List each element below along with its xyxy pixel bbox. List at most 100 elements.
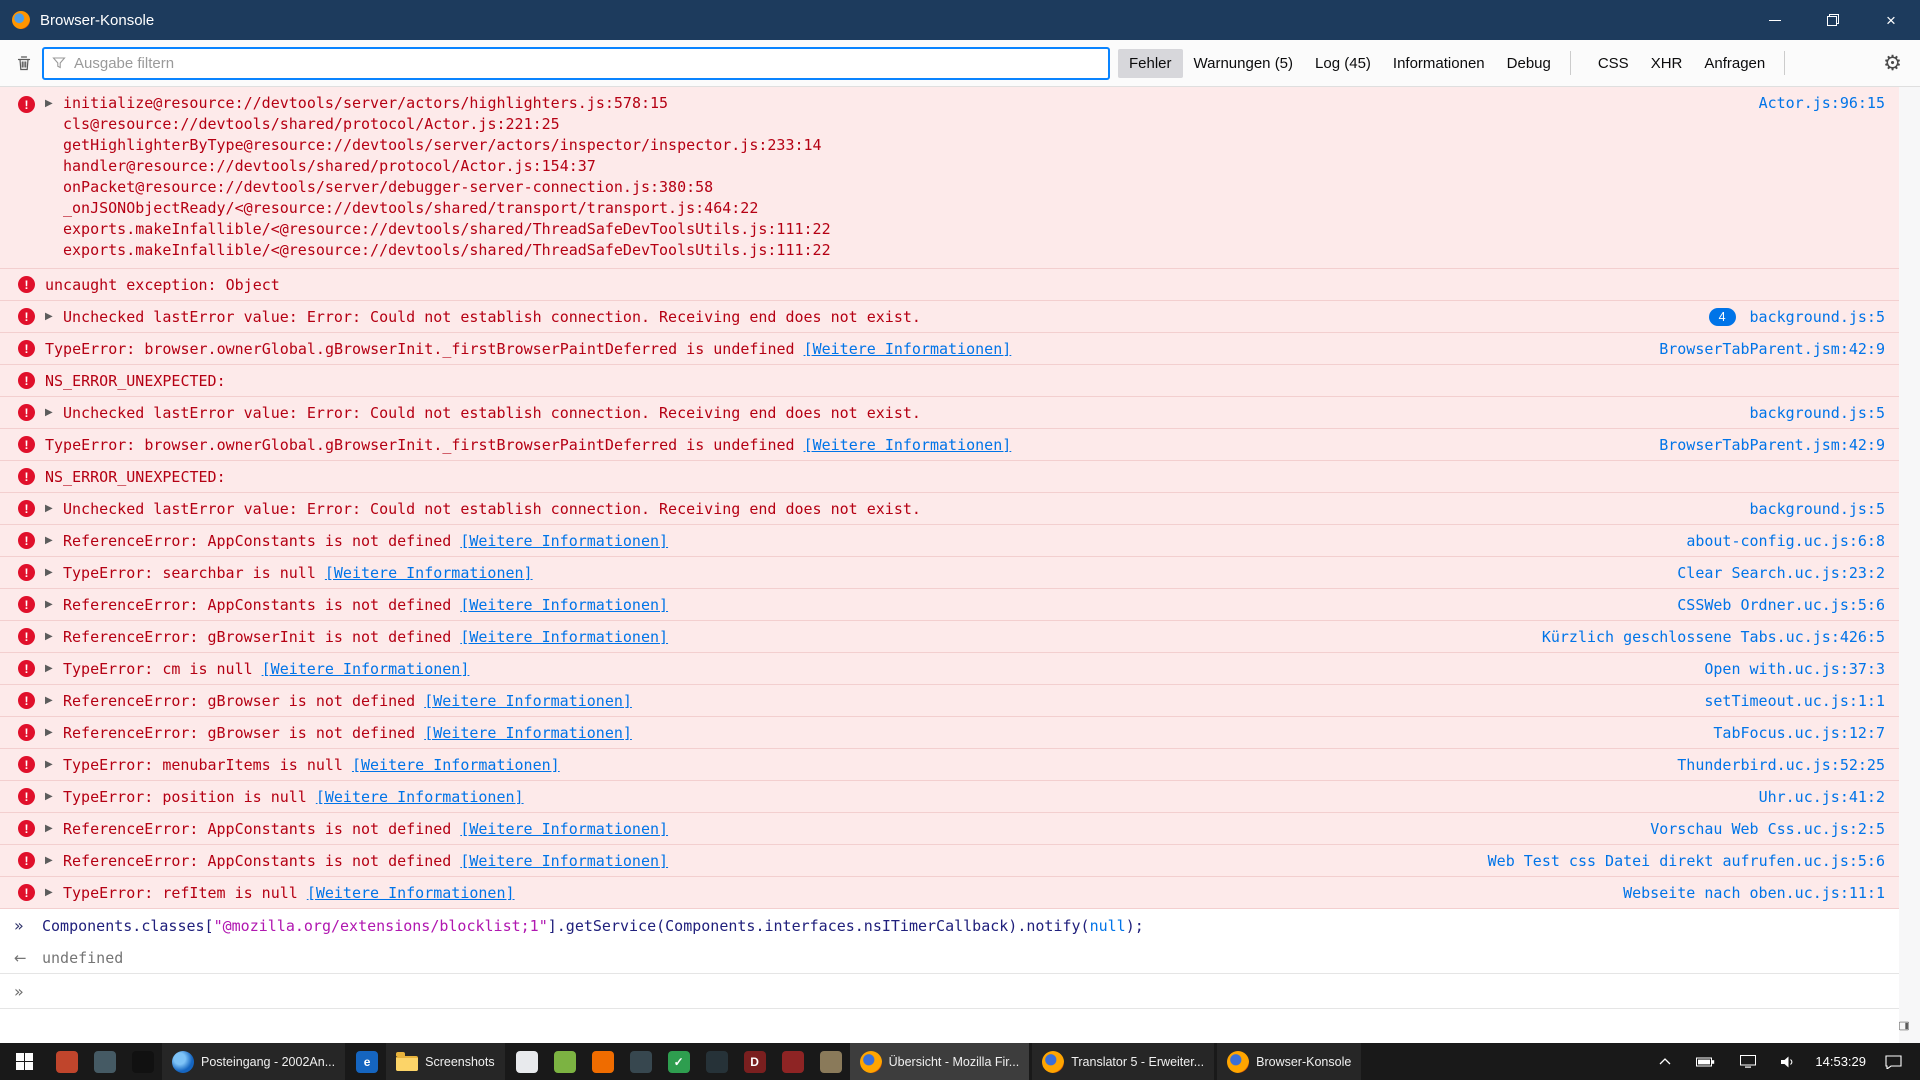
source-location-link[interactable]: Thunderbird.uc.js:52:25 [1677, 756, 1885, 774]
source-location-link[interactable]: background.js:5 [1750, 308, 1885, 326]
taskbar-clock[interactable]: 14:53:29 [1815, 1054, 1866, 1069]
expand-arrow-icon[interactable]: ▶ [45, 599, 63, 610]
taskbar-task-posteingang-2002an[interactable]: Posteingang - 2002An... [162, 1043, 345, 1080]
sidebar-toggle-button[interactable] [1893, 1017, 1915, 1035]
task-label: Translator 5 - Erweiter... [1071, 1055, 1204, 1069]
taskbar-pinned-app-2[interactable] [86, 1043, 124, 1080]
expand-arrow-icon[interactable]: ▶ [45, 855, 63, 866]
learn-more-link[interactable]: [Weitere Informationen] [307, 884, 515, 902]
expand-arrow-icon[interactable]: ▶ [45, 727, 63, 738]
filter-button-debug[interactable]: Debug [1496, 49, 1562, 78]
action-center-button[interactable] [1879, 1043, 1908, 1080]
settings-button[interactable]: ⚙ [1875, 53, 1910, 74]
learn-more-link[interactable]: [Weitere Informationen] [460, 596, 668, 614]
source-location-link[interactable]: Vorschau Web Css.uc.js:2:5 [1650, 820, 1885, 838]
error-icon: ! [18, 340, 35, 357]
learn-more-link[interactable]: [Weitere Informationen] [325, 564, 533, 582]
filter-button-xhr[interactable]: XHR [1640, 49, 1694, 78]
clear-console-button[interactable] [6, 46, 42, 80]
stack-frame: initialize@resource://devtools/server/ac… [63, 93, 1885, 114]
expand-arrow-icon[interactable]: ▶ [45, 823, 63, 834]
source-location-link[interactable]: about-config.uc.js:6:8 [1686, 532, 1885, 550]
expand-arrow-icon[interactable]: ▶ [45, 503, 63, 514]
minimize-button[interactable] [1746, 0, 1804, 40]
expand-arrow-icon[interactable]: ▶ [45, 567, 63, 578]
learn-more-link[interactable]: [Weitere Informationen] [424, 692, 632, 710]
close-button[interactable]: × [1862, 0, 1920, 40]
taskbar-task-translator-5-erweiter[interactable]: Translator 5 - Erweiter... [1032, 1043, 1214, 1080]
error-message-text: Unchecked lastError value: Error: Could … [63, 404, 921, 422]
source-location-link[interactable]: CSSWeb Ordner.uc.js:5:6 [1677, 596, 1885, 614]
taskbar-pinned-app-5[interactable] [508, 1043, 546, 1080]
filter-button-informationen[interactable]: Informationen [1382, 49, 1496, 78]
taskbar-pinned-app-7[interactable] [584, 1043, 622, 1080]
expand-arrow-icon[interactable]: ▶ [45, 695, 63, 706]
learn-more-link[interactable]: [Weitere Informationen] [804, 436, 1012, 454]
learn-more-link[interactable]: [Weitere Informationen] [804, 340, 1012, 358]
learn-more-link[interactable]: [Weitere Informationen] [262, 660, 470, 678]
taskbar-pinned-app-4[interactable]: e [348, 1043, 386, 1080]
learn-more-link[interactable]: [Weitere Informationen] [460, 852, 668, 870]
filter-button-fehler[interactable]: Fehler [1118, 49, 1183, 78]
console-input-row[interactable]: » [0, 973, 1899, 1009]
network-tray-button[interactable] [1734, 1043, 1762, 1080]
learn-more-link[interactable]: [Weitere Informationen] [460, 628, 668, 646]
expand-arrow-icon[interactable]: ▶ [45, 631, 63, 642]
source-location-link[interactable]: Webseite nach oben.uc.js:11:1 [1623, 884, 1885, 902]
expand-arrow-icon[interactable]: ▶ [45, 535, 63, 546]
pinned-app-4-icon: e [356, 1051, 378, 1073]
taskbar-task-browser-konsole[interactable]: Browser-Konsole [1217, 1043, 1361, 1080]
taskbar-pinned-app-8[interactable] [622, 1043, 660, 1080]
source-location-link[interactable]: Open with.uc.js:37:3 [1704, 660, 1885, 678]
taskbar-pinned-app-1[interactable] [48, 1043, 86, 1080]
expand-arrow-icon[interactable]: ▶ [45, 887, 63, 898]
source-location-link[interactable]: BrowserTabParent.jsm:42:9 [1659, 436, 1885, 454]
filter-button-anfragen[interactable]: Anfragen [1693, 49, 1776, 78]
taskbar-pinned-app-11[interactable]: D [736, 1043, 774, 1080]
expand-arrow-icon[interactable]: ▶ [45, 791, 63, 802]
taskbar-pinned-app-13[interactable] [812, 1043, 850, 1080]
taskbar-pinned-app-10[interactable] [698, 1043, 736, 1080]
battery-tray-button[interactable] [1690, 1043, 1721, 1080]
tray-expand-button[interactable] [1653, 1043, 1677, 1080]
taskbar-task-übersicht-mozilla-fir[interactable]: Übersicht - Mozilla Fir... [850, 1043, 1030, 1080]
source-location-link[interactable]: Uhr.uc.js:41:2 [1759, 788, 1885, 806]
volume-tray-button[interactable] [1775, 1043, 1802, 1080]
source-location-link[interactable]: TabFocus.uc.js:12:7 [1713, 724, 1885, 742]
learn-more-link[interactable]: [Weitere Informationen] [460, 532, 668, 550]
scrollbar-track[interactable] [1899, 87, 1920, 1043]
taskbar-pinned-app-9[interactable]: ✓ [660, 1043, 698, 1080]
taskbar-pinned-app-3[interactable] [124, 1043, 162, 1080]
expand-arrow-icon[interactable]: ▶ [45, 311, 63, 322]
source-location-link[interactable]: Clear Search.uc.js:23:2 [1677, 564, 1885, 582]
expand-arrow-icon[interactable]: ▶ [45, 663, 63, 674]
filter-button-log-45[interactable]: Log (45) [1304, 49, 1382, 78]
expand-arrow-icon[interactable]: ▶ [45, 759, 63, 770]
source-location-link[interactable]: Web Test css Datei direkt aufrufen.uc.js… [1488, 852, 1885, 870]
taskbar-pinned-app-12[interactable] [774, 1043, 812, 1080]
taskbar-task-screenshots[interactable]: Screenshots [386, 1043, 504, 1080]
source-location-link[interactable]: setTimeout.uc.js:1:1 [1704, 692, 1885, 710]
start-button[interactable] [0, 1043, 48, 1080]
minimize-icon [1769, 20, 1781, 21]
filter-input[interactable] [72, 54, 1100, 73]
taskbar-pinned-app-6[interactable] [546, 1043, 584, 1080]
folder-icon [396, 1056, 418, 1071]
source-location-link[interactable]: background.js:5 [1750, 500, 1885, 518]
filter-button-css[interactable]: CSS [1587, 49, 1640, 78]
source-location-link[interactable]: Kürzlich geschlossene Tabs.uc.js:426:5 [1542, 628, 1885, 646]
console-error-row: !▶ReferenceError: gBrowser is not define… [0, 717, 1899, 749]
learn-more-link[interactable]: [Weitere Informationen] [424, 724, 632, 742]
expand-arrow-icon[interactable]: ▶ [45, 98, 63, 109]
task-label: Posteingang - 2002An... [201, 1055, 335, 1069]
source-location-link[interactable]: background.js:5 [1750, 404, 1885, 422]
learn-more-link[interactable]: [Weitere Informationen] [460, 820, 668, 838]
source-location-link[interactable]: Actor.js:96:15 [1759, 94, 1885, 112]
learn-more-link[interactable]: [Weitere Informationen] [352, 756, 560, 774]
expand-arrow-icon[interactable]: ▶ [45, 407, 63, 418]
battery-icon [1696, 1057, 1715, 1067]
restore-button[interactable] [1804, 0, 1862, 40]
filter-button-warnungen-5[interactable]: Warnungen (5) [1183, 49, 1305, 78]
learn-more-link[interactable]: [Weitere Informationen] [316, 788, 524, 806]
source-location-link[interactable]: BrowserTabParent.jsm:42:9 [1659, 340, 1885, 358]
